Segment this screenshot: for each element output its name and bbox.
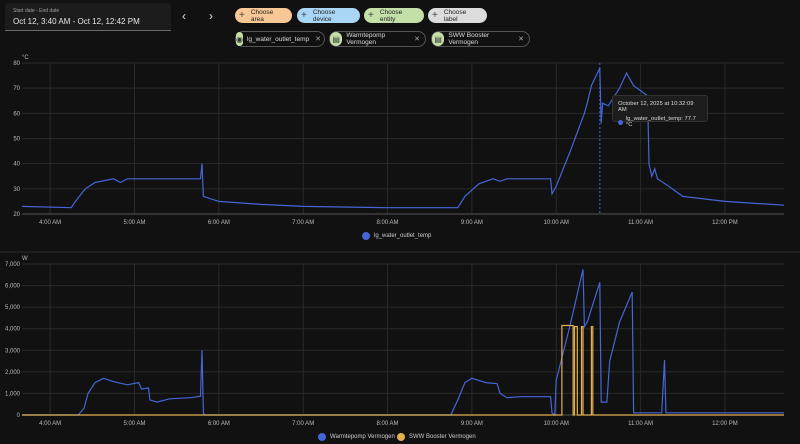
x-tick-label: 9:00 AM	[461, 220, 483, 226]
y-tick-label: 1,000	[5, 391, 21, 397]
x-tick-label: 7:00 AM	[292, 421, 314, 427]
x-tick-label: 12:00 PM	[712, 220, 738, 226]
y-unit: W	[22, 256, 28, 262]
history-charts: °C 20 30 40 50 60 70 80 4:00 AM 5:00 AM 6:00 AM 7:0…	[0, 55, 800, 427]
x-tick-label: 6:00 AM	[208, 220, 230, 226]
y-tick-label: 0	[17, 413, 21, 419]
x-tick-label: 7:00 AM	[292, 220, 314, 226]
tooltip-dot	[618, 119, 623, 125]
tooltip-title: October 12, 2025 at 10:32:09 AM	[618, 101, 694, 113]
x-tick-label: 8:00 AM	[377, 421, 399, 427]
x-tick-label: 4:00 AM	[39, 421, 61, 427]
y-tick-label: 4,000	[5, 327, 21, 333]
legend-label: lg_water_outlet_temp	[374, 233, 432, 239]
x-tick-label: 5:00 AM	[123, 220, 145, 226]
legend-dot	[397, 433, 405, 441]
y-tick-label: 50	[13, 137, 20, 143]
series-line-lg_water_outlet_temp	[21, 67, 785, 209]
y-tick-label: 5,000	[5, 305, 21, 311]
y-tick-label: 6,000	[5, 284, 21, 290]
chart-tooltip: October 12, 2025 at 10:32:09 AM lg_water…	[612, 95, 708, 128]
y-tick-label: 80	[13, 61, 20, 67]
y-tick-label: 20	[13, 212, 20, 218]
series-line-sww-booster-vermogen	[22, 324, 784, 416]
legend-item[interactable]: Warmtepomp Vermogen	[318, 433, 395, 441]
y-tick-label: 40	[13, 162, 20, 168]
y-tick-label: 3,000	[5, 348, 21, 354]
legend-item[interactable]: SWW Booster Vermogen	[397, 433, 476, 441]
x-tick-label: 5:00 AM	[123, 421, 145, 427]
legend-dot	[362, 232, 370, 240]
x-tick-label: 6:00 AM	[208, 421, 230, 427]
y-tick-label: 30	[13, 187, 20, 193]
y-tick-label: 7,000	[5, 262, 21, 268]
legend-label: Warmtepomp Vermogen	[330, 434, 395, 440]
y-unit: °C	[22, 55, 29, 61]
x-tick-label: 9:00 AM	[461, 421, 483, 427]
y-tick-label: 2,000	[5, 370, 21, 376]
x-tick-label: 10:00 AM	[544, 220, 569, 226]
x-tick-label: 12:00 PM	[712, 421, 738, 427]
legend-item[interactable]: lg_water_outlet_temp	[362, 232, 431, 240]
x-tick-label: 4:00 AM	[39, 220, 61, 226]
tooltip-value: lg_water_outlet_temp: 77.7 °C	[625, 116, 696, 128]
legend-dot	[318, 433, 326, 441]
legend-label: SWW Booster Vermogen	[409, 434, 476, 440]
y-tick-label: 70	[13, 86, 20, 92]
x-tick-label: 8:00 AM	[377, 220, 399, 226]
x-tick-label: 11:00 AM	[628, 421, 653, 427]
x-tick-label: 10:00 AM	[544, 421, 569, 427]
x-tick-label: 11:00 AM	[628, 220, 653, 226]
y-tick-label: 60	[13, 111, 20, 117]
